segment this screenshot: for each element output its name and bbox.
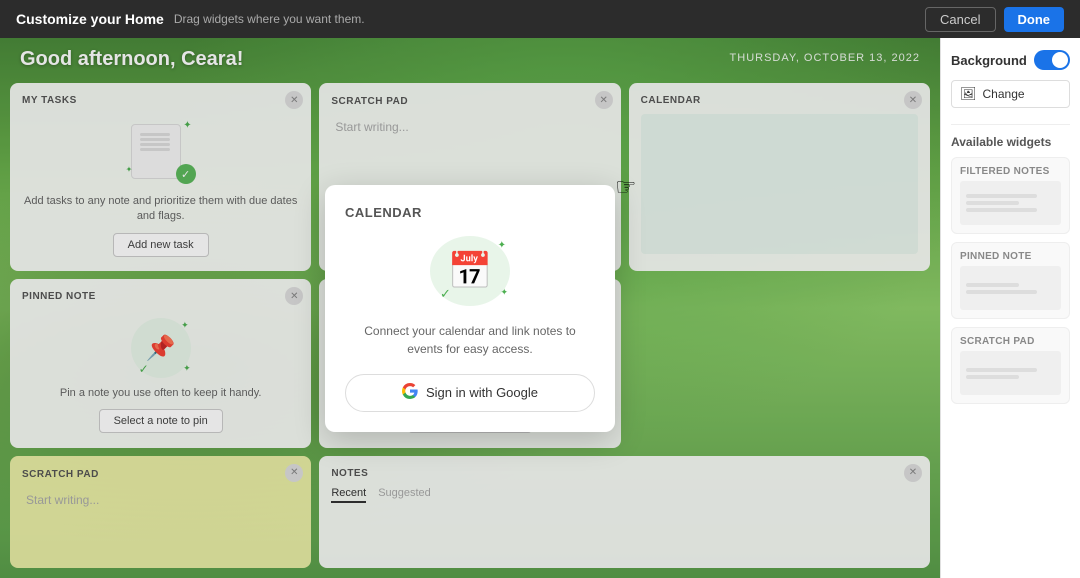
sign-in-google-button[interactable]: Sign in with Google bbox=[345, 374, 595, 412]
available-widget-scratch-pad[interactable]: SCRATCH PAD bbox=[951, 327, 1070, 404]
modal-illustration: 📅 ✓ ✦ ✦ bbox=[345, 236, 595, 306]
modal-overlay: CALENDAR 📅 ✓ ✦ ✦ Connect your calendar a… bbox=[0, 38, 940, 578]
pinned-note-available-label: PINNED NOTE bbox=[960, 251, 1061, 262]
header: Customize your Home Drag widgets where y… bbox=[0, 0, 1080, 38]
preview-line bbox=[966, 375, 1019, 379]
done-button[interactable]: Done bbox=[1004, 7, 1065, 32]
content-area: Good afternoon, Ceara! THURSDAY, OCTOBER… bbox=[0, 38, 940, 578]
page-title: Customize your Home bbox=[16, 11, 164, 27]
cal-star2: ✦ bbox=[500, 287, 508, 298]
preview-line bbox=[966, 194, 1037, 198]
sidebar: Background 🖼 Change Available widgets FI… bbox=[940, 38, 1080, 578]
modal-desc: Connect your calendar and link notes to … bbox=[345, 322, 595, 358]
toggle-knob bbox=[1052, 52, 1068, 68]
background-toggle[interactable] bbox=[1034, 50, 1070, 70]
available-widget-pinned-note[interactable]: PINNED NOTE bbox=[951, 242, 1070, 319]
calendar-emoji: 📅 bbox=[448, 250, 493, 292]
change-button[interactable]: 🖼 Change bbox=[951, 80, 1070, 108]
preview-line bbox=[966, 283, 1019, 287]
preview-line bbox=[966, 290, 1037, 294]
preview-line bbox=[966, 368, 1037, 372]
filtered-notes-label: FILTERED NOTES bbox=[960, 166, 1061, 177]
modal-title: CALENDAR bbox=[345, 205, 595, 220]
header-left: Customize your Home Drag widgets where y… bbox=[16, 11, 365, 27]
sidebar-divider bbox=[951, 124, 1070, 125]
modal-calendar-icon: 📅 ✓ ✦ ✦ bbox=[430, 236, 510, 306]
cancel-button[interactable]: Cancel bbox=[925, 7, 995, 32]
sidebar-bg-row: Background bbox=[951, 50, 1070, 70]
image-icon: 🖼 bbox=[960, 86, 977, 102]
filtered-notes-preview bbox=[960, 181, 1061, 225]
preview-line bbox=[966, 201, 1019, 205]
change-label: Change bbox=[983, 87, 1025, 101]
cal-check: ✓ bbox=[440, 286, 451, 302]
sidebar-background-section: Background 🖼 Change bbox=[951, 50, 1070, 108]
cal-star1: ✦ bbox=[498, 240, 506, 251]
header-right: Cancel Done bbox=[925, 7, 1064, 32]
preview-line bbox=[966, 208, 1037, 212]
main-layout: Good afternoon, Ceara! THURSDAY, OCTOBER… bbox=[0, 38, 1080, 578]
sidebar-bg-label: Background bbox=[951, 53, 1027, 68]
calendar-modal: CALENDAR 📅 ✓ ✦ ✦ Connect your calendar a… bbox=[325, 185, 615, 432]
scratch-pad-preview bbox=[960, 351, 1061, 395]
sidebar-available-title: Available widgets bbox=[951, 135, 1070, 149]
scratch-pad-available-label: SCRATCH PAD bbox=[960, 336, 1061, 347]
pinned-note-preview bbox=[960, 266, 1061, 310]
header-subtitle: Drag widgets where you want them. bbox=[174, 12, 365, 26]
available-widget-filtered-notes[interactable]: FILTERED NOTES bbox=[951, 157, 1070, 234]
google-icon bbox=[402, 383, 418, 403]
sidebar-available-section: Available widgets FILTERED NOTES PINNED … bbox=[951, 135, 1070, 404]
google-btn-label: Sign in with Google bbox=[426, 385, 538, 400]
